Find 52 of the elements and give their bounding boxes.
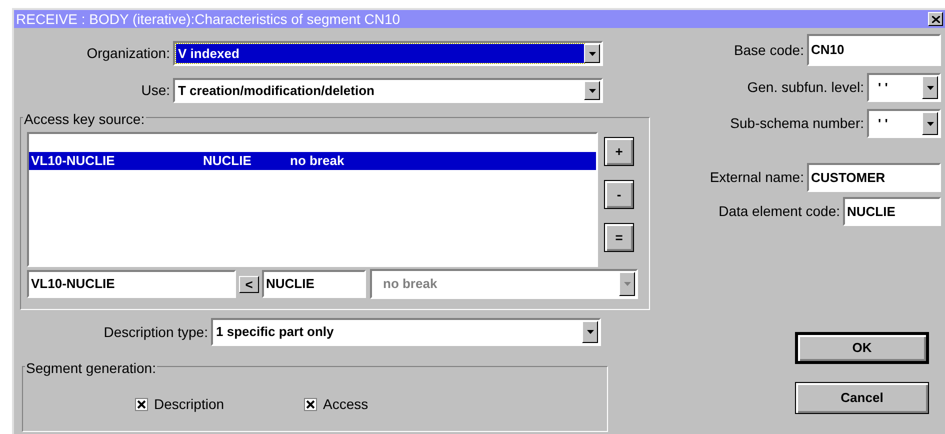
input-field[interactable]: VL10-NUCLIE — [27, 270, 236, 298]
input-field[interactable]: NUCLIE — [262, 270, 366, 298]
push-button[interactable]: - — [604, 180, 634, 209]
list-cell-text: NUCLIE — [202, 152, 252, 170]
input-field[interactable]: CUSTOMER — [807, 163, 941, 192]
list-cell-text: no break — [289, 152, 346, 170]
caret-icon — [624, 282, 630, 286]
field-label: Base code: — [734, 40, 804, 60]
window-title: RECEIVE : BODY (iterative):Characteristics of segment CN10 — [16, 10, 400, 29]
push-button[interactable]: Cancel — [795, 382, 929, 414]
checkbox[interactable]: Access — [304, 394, 368, 414]
field-value: T creation/modification/deletion — [177, 82, 376, 100]
check-mark-icon — [137, 400, 146, 408]
caret-icon — [588, 88, 596, 92]
dropdown-button[interactable] — [922, 76, 938, 99]
dropdown-button[interactable] — [584, 44, 600, 63]
dropdown-field[interactable]: ' ' — [867, 109, 941, 138]
move-button[interactable]: < — [239, 276, 259, 292]
dropdown-button[interactable] — [584, 81, 600, 100]
field-label: Gen. subfun. level: — [747, 78, 864, 97]
field-label: External name: — [710, 168, 804, 187]
list-cell-text: VL10-NUCLIE — [30, 152, 116, 170]
field-value: 1 specific part only — [215, 323, 335, 342]
input-field[interactable]: NUCLIE — [843, 197, 941, 226]
caret-icon — [586, 330, 594, 334]
dropdown-field[interactable]: ' ' — [867, 73, 941, 102]
close-icon — [932, 16, 940, 22]
check-mark-icon — [306, 400, 316, 408]
field-label: Use: — [140, 81, 170, 100]
close-button[interactable] — [928, 12, 943, 26]
field-label: Description type: — [102, 322, 208, 342]
dropdown-field[interactable]: 1 specific part only — [211, 318, 601, 346]
caret-icon — [588, 52, 596, 56]
checkbox[interactable]: Description — [135, 394, 224, 414]
push-button[interactable]: = — [604, 223, 634, 252]
field-label: Sub-schema number: — [730, 114, 864, 133]
field-value: ' ' — [877, 78, 889, 97]
dropdown-field[interactable]: T creation/modification/deletion — [173, 78, 603, 103]
field-label: Data element code: — [718, 202, 840, 221]
field-label: Organization: — [86, 44, 170, 63]
field-value: V indexed — [176, 44, 584, 64]
dropdown-button[interactable] — [922, 112, 938, 135]
field-value: no break — [382, 275, 438, 294]
push-button[interactable]: OK — [795, 332, 929, 364]
caret-icon — [926, 86, 934, 90]
push-button[interactable]: + — [604, 137, 634, 166]
caret-icon — [926, 122, 934, 126]
field-value: ' ' — [877, 114, 889, 133]
list-row[interactable]: VL10-NUCLIE NUCLIE no break — [29, 152, 596, 170]
dropdown-button[interactable] — [582, 321, 598, 343]
dropdown-field[interactable]: V indexed — [173, 41, 603, 66]
input-field[interactable]: CN10 — [807, 34, 941, 66]
